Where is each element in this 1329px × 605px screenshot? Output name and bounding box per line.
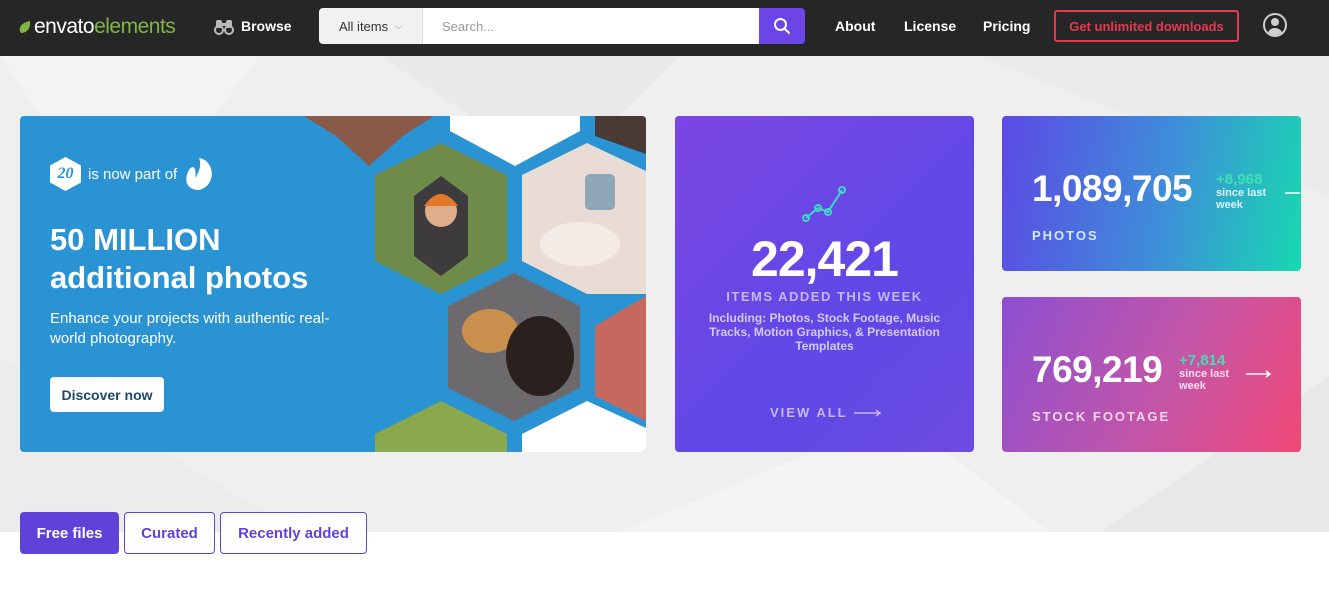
arrow-right-icon [1285, 192, 1300, 194]
logo-text-envato: envato [34, 15, 95, 38]
photos-delta: +8,968 [1216, 171, 1263, 188]
footage-since-label: since last week [1179, 368, 1230, 392]
trend-chart-icon [802, 186, 846, 222]
badge-text: is now part of [88, 165, 178, 183]
promo-title-line1: 50 MILLION [50, 222, 221, 257]
footage-count: 769,219 [1032, 349, 1163, 390]
footage-delta: +7,814 [1179, 352, 1226, 369]
category-dropdown[interactable]: All items ⌵ [319, 8, 423, 44]
weekly-label: ITEMS ADDED THIS WEEK [726, 289, 923, 304]
footage-label: STOCK FOOTAGE [1032, 409, 1171, 424]
twenty20-logo: 20 [50, 157, 81, 191]
discover-now-button[interactable]: Discover now [50, 377, 164, 412]
view-all-label: VIEW ALL [770, 405, 848, 420]
leaf-icon [19, 21, 31, 33]
category-label: All items [339, 18, 389, 34]
user-avatar-icon[interactable] [1263, 13, 1287, 37]
nav-link-license[interactable]: License [904, 18, 956, 34]
photos-since-label: since last week [1216, 187, 1267, 211]
search-bar: All items ⌵ [319, 8, 805, 44]
tab-free-files[interactable]: Free files [20, 512, 119, 554]
search-input[interactable] [423, 8, 759, 44]
top-navbar: envatoelements Browse All items ⌵ About … [0, 0, 1329, 56]
search-icon [774, 18, 790, 34]
envato-elements-logo[interactable]: envato elements [18, 12, 176, 42]
nav-link-pricing[interactable]: Pricing [983, 18, 1030, 34]
arrow-right-icon [853, 408, 881, 417]
tab-curated[interactable]: Curated [124, 512, 215, 554]
promo-card[interactable]: 20 is now part of 50 MILLION additional … [20, 116, 646, 452]
binoculars-icon [214, 20, 234, 35]
browse-label: Browse [241, 18, 292, 34]
promo-subtitle: Enhance your projects with authentic rea… [50, 310, 330, 347]
arrow-right-icon [1246, 370, 1272, 378]
nav-link-about[interactable]: About [835, 18, 875, 34]
acquisition-badge: 20 is now part of [50, 156, 215, 192]
stock-footage-stat-card[interactable]: 769,219 +7,814 since last week STOCK FOO… [1002, 297, 1301, 452]
envato-leaf-icon [186, 158, 212, 190]
weekly-including-text: Including: Photos, Stock Footage, Music … [708, 311, 941, 353]
photos-count: 1,089,705 [1032, 168, 1193, 209]
weekly-items-card[interactable]: 22,421 ITEMS ADDED THIS WEEK Including: … [675, 116, 974, 452]
search-button[interactable] [759, 8, 805, 44]
promo-title: 50 MILLION additional photos [50, 221, 390, 297]
browse-button[interactable]: Browse [214, 14, 292, 38]
get-unlimited-downloads-button[interactable]: Get unlimited downloads [1054, 10, 1239, 42]
logo-text-elements: elements [94, 15, 176, 38]
view-all-link[interactable]: VIEW ALL [770, 405, 882, 420]
tab-recently-added[interactable]: Recently added [220, 512, 367, 554]
photos-label: PHOTOS [1032, 228, 1099, 243]
photos-stat-card[interactable]: 1,089,705 +8,968 since last week PHOTOS [1002, 116, 1301, 271]
chevron-down-icon: ⌵ [395, 20, 402, 31]
promo-title-line2: additional photos [50, 260, 309, 295]
weekly-count: 22,421 [751, 231, 899, 287]
